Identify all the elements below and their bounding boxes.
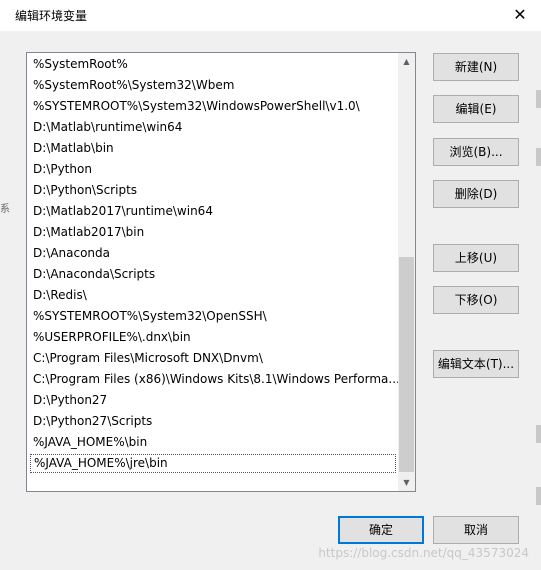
scroll-down-icon[interactable]: ▼ [398,474,415,491]
background-window-edge [536,487,541,505]
cancel-button[interactable]: 取消 [433,516,519,544]
scroll-up-icon[interactable]: ▲ [398,53,415,70]
path-list-item[interactable]: D:\Matlab2017\bin [33,223,144,242]
path-list-item[interactable]: D:\Matlab\bin [33,139,114,158]
path-list-item[interactable]: %SYSTEMROOT%\System32\WindowsPowerShell\… [33,97,360,116]
path-list-item[interactable]: %SYSTEMROOT%\System32\OpenSSH\ [33,307,267,326]
edit-text-button[interactable]: 编辑文本(T)... [433,350,519,378]
path-list-item[interactable]: D:\Anaconda\Scripts [33,265,155,284]
watermark: https://blog.csdn.net/qq_43573024 [318,546,529,560]
delete-button[interactable]: 删除(D) [433,180,519,208]
path-list-item[interactable]: D:\Anaconda [33,244,110,263]
path-list-item[interactable]: D:\Matlab2017\runtime\win64 [33,202,213,221]
path-list-item[interactable]: %USERPROFILE%\.dnx\bin [33,328,191,347]
path-list-item[interactable]: D:\Matlab\runtime\win64 [33,118,182,137]
dialog-title: 编辑环境变量 [15,9,88,23]
move-up-button[interactable]: 上移(U) [433,244,519,272]
new-button[interactable]: 新建(N) [433,53,519,81]
close-icon[interactable]: ✕ [507,4,533,26]
path-list-item[interactable]: %SystemRoot% [33,55,128,74]
path-list-item[interactable]: %JAVA_HOME%\jre\bin [30,454,396,473]
move-down-button[interactable]: 下移(O) [433,286,519,314]
path-list-item[interactable]: %JAVA_HOME%\bin [33,433,147,452]
path-list-item[interactable]: %SystemRoot%\System32\Wbem [33,76,234,95]
background-window-edge [536,148,541,166]
path-list[interactable]: %SystemRoot% %SystemRoot%\System32\Wbem %S… [26,52,416,492]
path-list-item[interactable]: D:\Python\Scripts [33,181,137,200]
path-list-item[interactable]: D:\Redis\ [33,286,87,305]
path-list-item[interactable]: D:\Python [33,160,92,179]
background-window-text: 系 [0,204,10,215]
ok-button[interactable]: 确定 [338,516,424,544]
background-window-edge [536,425,541,443]
edit-button[interactable]: 编辑(E) [433,95,519,123]
path-list-item[interactable]: D:\Python27\Scripts [33,412,152,431]
background-window-edge [536,90,541,108]
path-list-item[interactable]: D:\Python27 [33,391,107,410]
scrollbar[interactable]: ▲ ▼ [398,53,415,491]
edit-env-var-dialog: 编辑环境变量 ✕ %SystemRoot% %SystemRoot%\System… [0,0,541,570]
browse-button[interactable]: 浏览(B)... [433,138,519,166]
title-bar: 编辑环境变量 ✕ [0,0,541,31]
path-list-item[interactable]: C:\Program Files\Microsoft DNX\Dnvm\ [33,349,263,368]
scroll-thumb[interactable] [399,257,414,472]
path-list-item[interactable]: C:\Program Files (x86)\Windows Kits\8.1\… [33,370,400,389]
